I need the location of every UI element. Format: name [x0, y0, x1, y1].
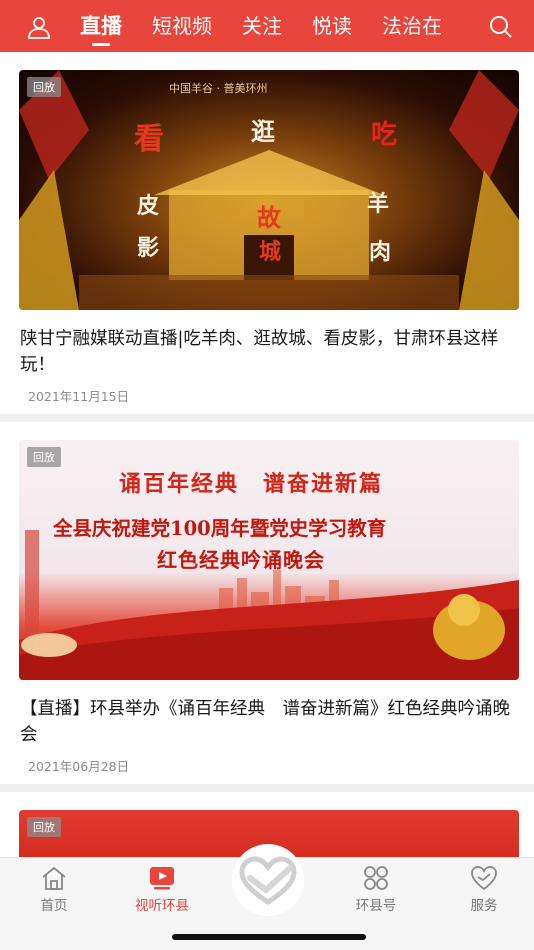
tab-reading[interactable]: 悦读 [312, 0, 352, 52]
home-indicator[interactable] [172, 934, 366, 940]
video-thumbnail[interactable]: 诵百年经典 谱奋进新篇 全县庆祝建党100周年暨党史学习教育 红色经典吟诵晚会 … [19, 440, 519, 680]
tab-live[interactable]: 直播 [80, 0, 122, 52]
search-icon[interactable] [488, 14, 514, 40]
item-date: 2021年06月28日 [28, 759, 130, 774]
thumbnail-word: 逛 [251, 117, 275, 146]
item-title[interactable]: 陕甘宁融媒联动直播|吃羊肉、逛故城、看皮影，甘肃环县这样玩！ [20, 326, 514, 378]
tab-law[interactable]: 法治在 [382, 0, 442, 52]
center-action-button[interactable] [232, 844, 304, 916]
video-icon [150, 867, 174, 890]
nav-label: 服务 [470, 898, 498, 914]
item-date: 2021年11月15日 [28, 389, 130, 404]
thumbnail-word: 看 [134, 122, 164, 157]
live-feed[interactable]: 中国羊谷 · 普美环州 看 逛 吃 皮 故 羊 影 城 肉 回放 陕甘宁融媒联动… [0, 52, 534, 857]
replay-badge: 回放 [27, 817, 61, 837]
nav-label: 视听环县 [135, 898, 189, 914]
nav-video[interactable]: 视听环县 [122, 864, 202, 914]
heart-icon [471, 866, 497, 891]
nav-label: 首页 [40, 898, 68, 914]
replay-badge: 回放 [27, 447, 61, 467]
thumbnail-word: 城 [259, 239, 282, 265]
thumbnail-word: 吃 [371, 120, 398, 150]
list-item[interactable]: 中国羊谷 · 普美环州 看 逛 吃 皮 故 羊 影 城 肉 回放 陕甘宁融媒联动… [0, 52, 534, 414]
thumbnail-word: 羊 [367, 191, 390, 217]
nav-label: 环县号 [355, 898, 397, 914]
home-icon [42, 866, 66, 890]
tab-follow[interactable]: 关注 [242, 0, 282, 52]
item-title[interactable]: 【直播】环县举办《诵百年经典 谱奋进新篇》红色经典吟诵晚会 [20, 696, 514, 748]
nav-home[interactable]: 首页 [14, 864, 94, 914]
video-thumbnail[interactable]: 中国羊谷 · 普美环州 看 逛 吃 皮 故 羊 影 城 肉 回放 [19, 70, 519, 310]
nav-services[interactable]: 服务 [444, 864, 524, 914]
heart-hands-icon [239, 856, 297, 905]
nav-county-accounts[interactable]: 环县号 [336, 864, 416, 914]
thumbnail-art [19, 70, 519, 310]
thumbnail-headline: 诵百年经典 谱奋进新篇 [119, 471, 384, 497]
thumbnail-caption: 中国羊谷 · 普美环州 [169, 82, 268, 95]
user-icon[interactable] [26, 14, 52, 40]
grid-icon [364, 866, 388, 890]
list-item[interactable]: 诵百年经典 谱奋进新篇 全县庆祝建党100周年暨党史学习教育 红色经典吟诵晚会 … [0, 422, 534, 784]
top-header: 直播 短视频 关注 悦读 法治在 [0, 0, 534, 52]
thumbnail-subheadline: 全县庆祝建党100周年暨党史学习教育 [53, 517, 387, 540]
thumbnail-word: 肉 [369, 239, 392, 265]
channel-tabs: 直播 短视频 关注 悦读 法治在 [80, 0, 472, 52]
tab-short-video[interactable]: 短视频 [152, 0, 212, 52]
replay-badge: 回放 [27, 77, 61, 97]
thumbnail-word: 故 [257, 203, 281, 232]
thumbnail-word: 影 [137, 235, 160, 261]
thumbnail-event-name: 红色经典吟诵晚会 [157, 548, 325, 572]
thumbnail-word: 皮 [137, 193, 160, 219]
